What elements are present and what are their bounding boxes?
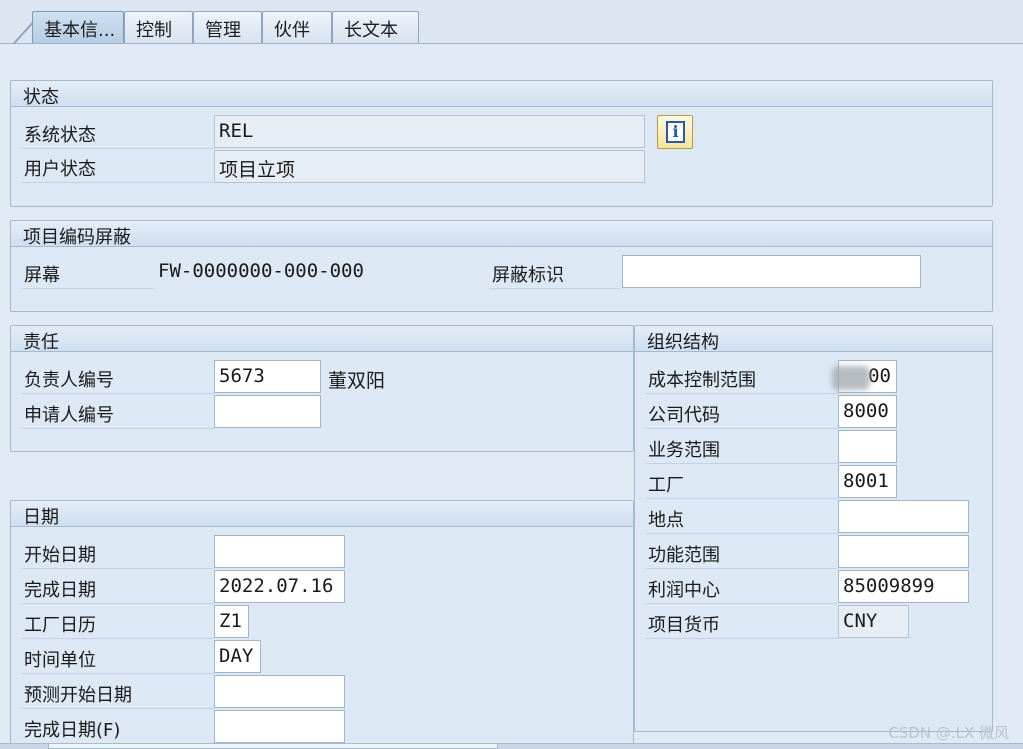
profit-center-label: 利润中心 (646, 570, 838, 604)
redaction-blur (832, 366, 870, 390)
profit-center-field[interactable]: 85009899 (838, 570, 969, 603)
mask-group-title: 项目编码屏蔽 (11, 221, 992, 248)
dates-group-title: 日期 (11, 501, 633, 528)
time-unit-label: 时间单位 (22, 640, 214, 674)
tab-control[interactable]: 控制 (124, 11, 193, 43)
business-area-field[interactable] (838, 430, 897, 463)
project-currency-field: CNY (838, 605, 909, 638)
forecast-finish-label: 完成日期(F) (22, 710, 214, 744)
mask-id-label: 屏蔽标识 (490, 255, 620, 289)
time-unit-field[interactable]: DAY (214, 640, 261, 673)
functional-area-label: 功能范围 (646, 535, 838, 569)
tab-strip: 基本信... 控制 管理 伙伴 长文本 (0, 0, 1023, 44)
watermark: CSDN @.LX 微风 (888, 724, 1009, 742)
responsible-name: 董双阳 (328, 370, 386, 392)
factory-calendar-field[interactable]: Z1 (214, 605, 249, 638)
business-area-label: 业务范围 (646, 430, 838, 464)
location-field[interactable] (838, 500, 969, 533)
location-label: 地点 (646, 500, 838, 534)
tab-partner[interactable]: 伙伴 (262, 11, 332, 43)
responsible-label: 负责人编号 (22, 360, 214, 394)
responsibility-group-title: 责任 (11, 326, 633, 353)
factory-calendar-label: 工厂日历 (22, 605, 214, 639)
applicant-field[interactable] (214, 395, 321, 428)
forecast-finish-field[interactable] (214, 710, 345, 743)
responsible-field[interactable]: 5673 (214, 360, 321, 393)
company-code-field[interactable]: 8000 (838, 395, 897, 428)
status-info-button[interactable]: i (657, 115, 693, 149)
tab-administration[interactable]: 管理 (193, 11, 262, 43)
project-currency-label: 项目货币 (646, 605, 838, 639)
finish-date-label: 完成日期 (22, 570, 214, 604)
forecast-start-field[interactable] (214, 675, 345, 708)
plant-label: 工厂 (646, 465, 838, 499)
user-status-field[interactable]: 项目立项 (214, 150, 645, 183)
start-date-label: 开始日期 (22, 535, 214, 569)
company-code-label: 公司代码 (646, 395, 838, 429)
status-group-title: 状态 (11, 81, 992, 108)
info-icon: i (666, 121, 685, 143)
system-status-field: REL (214, 115, 645, 148)
forecast-start-label: 预测开始日期 (22, 675, 214, 709)
org-group-title: 组织结构 (635, 326, 992, 353)
screen-label: 屏幕 (22, 255, 154, 289)
functional-area-field[interactable] (838, 535, 969, 568)
mask-id-field[interactable] (622, 255, 921, 288)
screen-value: FW-0000000-000-000 (158, 260, 364, 282)
controlling-area-label: 成本控制范围 (646, 360, 838, 394)
user-status-label: 用户状态 (22, 149, 214, 183)
scrollbar-thumb[interactable] (48, 743, 498, 749)
start-date-field[interactable] (214, 535, 345, 568)
applicant-label: 申请人编号 (22, 395, 214, 429)
tab-basic-info[interactable]: 基本信... (32, 11, 124, 43)
tab-long-text[interactable]: 长文本 (332, 11, 419, 43)
system-status-label: 系统状态 (22, 115, 214, 149)
finish-date-field[interactable]: 2022.07.16 (214, 570, 345, 603)
plant-field[interactable]: 8001 (838, 465, 897, 498)
